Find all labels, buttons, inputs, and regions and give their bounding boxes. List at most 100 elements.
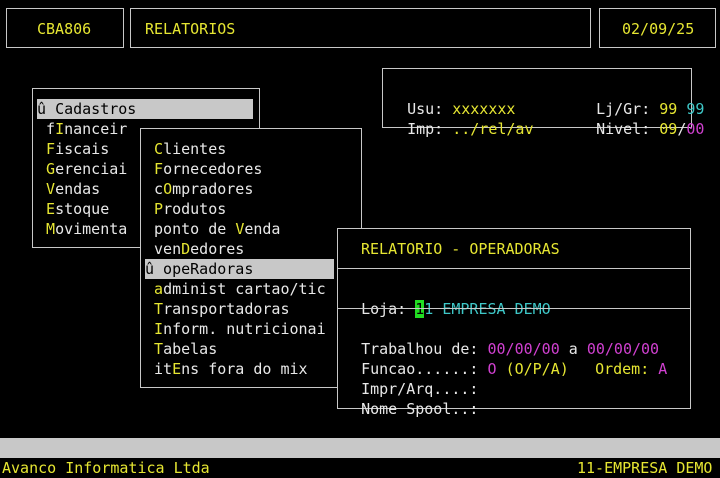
sub-menu-item-hotkey: C bbox=[154, 140, 164, 158]
sub-menu-item-label-rest: edores bbox=[190, 240, 245, 258]
main-menu-item-label-rest: Cadastros bbox=[55, 100, 137, 118]
sub-menu-item-hotkey: a bbox=[154, 280, 164, 298]
spool-line[interactable]: Nome Spool..: bbox=[343, 379, 478, 418]
main-menu-item-label: û bbox=[37, 100, 56, 118]
imp-value: ../rel/av bbox=[452, 120, 534, 138]
main-menu-item-label-rest: endas bbox=[55, 180, 101, 198]
loja-label: Loja: bbox=[361, 300, 407, 318]
main-menu-item-label-rest: ovimenta bbox=[55, 220, 128, 238]
sub-menu-item-label-rest: abelas bbox=[163, 340, 218, 358]
sub-menu-item[interactable]: cOmpradores bbox=[145, 179, 334, 199]
main-menu-item-label-rest: nanceir bbox=[64, 120, 128, 138]
sub-menu-item-label bbox=[145, 140, 154, 158]
sub-menu-item[interactable]: venDedores bbox=[145, 239, 334, 259]
sub-menu-item[interactable]: ponto de Venda bbox=[145, 219, 334, 239]
funcao-options: (O/P/A) bbox=[505, 360, 569, 378]
sub-menu-item-label-rest: mpradores bbox=[172, 180, 254, 198]
sub-menu-item-hotkey: I bbox=[154, 320, 164, 338]
main-menu-item-label bbox=[37, 180, 46, 198]
main-menu-item-label-rest: stoque bbox=[55, 200, 110, 218]
sub-menu-item-label-rest: nform. nutricionai bbox=[163, 320, 326, 338]
sub-menu-item-label: û opeRadoras bbox=[145, 260, 254, 278]
impr-line[interactable]: Impr/Arq....: bbox=[343, 359, 478, 398]
trabalhou-line: Trabalhou de: 00/00/00 a 00/00/00 bbox=[343, 319, 659, 358]
status-bar bbox=[0, 438, 720, 458]
sub-menu-item-label bbox=[145, 300, 154, 318]
sub-menu-item-hotkey: T bbox=[154, 340, 164, 358]
funcao-field[interactable]: O bbox=[488, 360, 497, 378]
loja-line: Loja: 11 EMPRESA DEMO bbox=[343, 279, 551, 318]
sub-menu-item[interactable]: Produtos bbox=[145, 199, 334, 219]
nivel-b: 00 bbox=[686, 120, 705, 138]
sub-menu-item-label-rest: dminist cartao/tic bbox=[163, 280, 326, 298]
sub-menu-item[interactable]: itEns fora do mix bbox=[145, 359, 334, 379]
main-menu-item-label-rest: erenciai bbox=[55, 160, 128, 178]
sub-menu-item-hotkey: V bbox=[235, 220, 245, 238]
ordem-label: Ordem: bbox=[595, 360, 650, 378]
sub-menu-item[interactable]: Fornecedores bbox=[145, 159, 334, 179]
sub-menu-item-label bbox=[145, 160, 154, 178]
main-menu-item-hotkey: V bbox=[46, 180, 56, 198]
sub-menu-item-label bbox=[145, 280, 154, 298]
sub-menu-item-label bbox=[145, 340, 154, 358]
ordem-line: Ordem: A bbox=[577, 339, 667, 378]
sub-menu-item[interactable]: Transportadoras bbox=[145, 299, 334, 319]
dialog-title: RELATORIO - OPERADORAS bbox=[361, 240, 560, 258]
main-menu-item-label: f bbox=[37, 120, 56, 138]
funcao-line: Funcao......: O (O/P/A) bbox=[343, 339, 569, 378]
nivel-label: Nivel: bbox=[596, 120, 651, 138]
loja-input-rest: 1 bbox=[424, 300, 434, 318]
footer-empresa: 11-EMPRESA DEMO bbox=[577, 459, 713, 477]
sub-menu-item-hotkey: T bbox=[154, 300, 164, 318]
sub-menu-item[interactable]: û opeRadoras bbox=[145, 259, 334, 279]
main-menu-item[interactable]: û Cadastros bbox=[37, 99, 253, 119]
usu-line: Usu: xxxxxxx bbox=[389, 79, 515, 118]
sub-menu-item-label-rest: lientes bbox=[163, 140, 227, 158]
program-code: CBA806 bbox=[37, 20, 92, 38]
main-menu-item-hotkey: I bbox=[55, 120, 65, 138]
sub-menu-item-label-rest: ns fora do mix bbox=[181, 360, 308, 378]
sub-menu-item-label-rest: ornecedores bbox=[163, 160, 263, 178]
sub-menu-item-label-rest: ransportadoras bbox=[163, 300, 290, 318]
sub-menu-item-label: c bbox=[145, 180, 164, 198]
page-title: RELATORIOS bbox=[145, 20, 236, 38]
main-menu-item-label bbox=[37, 160, 46, 178]
sub-menu-item-hotkey: O bbox=[163, 180, 173, 198]
ordem-field[interactable]: A bbox=[658, 360, 667, 378]
sub-menu-item[interactable]: Inform. nutricionai bbox=[145, 319, 334, 339]
loja-name: EMPRESA DEMO bbox=[442, 300, 551, 318]
sub-menu-item-hotkey: D bbox=[181, 240, 191, 258]
sub-menu-item-label-rest: rodutos bbox=[163, 200, 227, 218]
loja-input[interactable]: 1 bbox=[415, 300, 425, 318]
main-menu-item-hotkey: M bbox=[46, 220, 56, 238]
footer-company: Avanco Informatica Ltda bbox=[2, 459, 210, 477]
main-menu-item-hotkey: F bbox=[46, 140, 56, 158]
main-menu-item-label-rest: iscais bbox=[55, 140, 110, 158]
sub-menu-item-label bbox=[145, 320, 154, 338]
sub-menu-item-label-rest: enda bbox=[244, 220, 281, 238]
main-menu-item-label bbox=[37, 220, 46, 238]
ljgr-line: Lj/Gr: 99 99 bbox=[578, 79, 704, 118]
nivel-a: 09 bbox=[659, 120, 678, 138]
sub-menu-item[interactable]: Clientes bbox=[145, 139, 334, 159]
sub-menu-item[interactable]: administ cartao/tic bbox=[145, 279, 334, 299]
nivel-line: Nivel: 09/00 bbox=[578, 99, 704, 138]
dialog-divider-top bbox=[337, 268, 691, 269]
sub-menu-item-label: it bbox=[145, 360, 173, 378]
sub-menu-item-hotkey: F bbox=[154, 160, 164, 178]
sub-menu-item-label bbox=[145, 200, 154, 218]
sub-menu-item-hotkey: P bbox=[154, 200, 164, 218]
sub-menu-item-label: ven bbox=[145, 240, 182, 258]
main-menu-item-label bbox=[37, 140, 46, 158]
main-menu-item-hotkey: G bbox=[46, 160, 56, 178]
dialog-divider-mid bbox=[337, 308, 691, 309]
sub-menu-item-hotkey: E bbox=[172, 360, 182, 378]
main-menu-item-hotkey: E bbox=[46, 200, 56, 218]
spool-label: Nome Spool..: bbox=[361, 400, 479, 418]
imp-line: Imp: ../rel/av bbox=[389, 99, 533, 138]
header-date: 02/09/25 bbox=[622, 20, 695, 38]
sub-menu-item[interactable]: Tabelas bbox=[145, 339, 334, 359]
sub-menu-item-label: ponto de bbox=[145, 220, 236, 238]
imp-label: Imp: bbox=[407, 120, 444, 138]
main-menu-item-label bbox=[37, 200, 46, 218]
